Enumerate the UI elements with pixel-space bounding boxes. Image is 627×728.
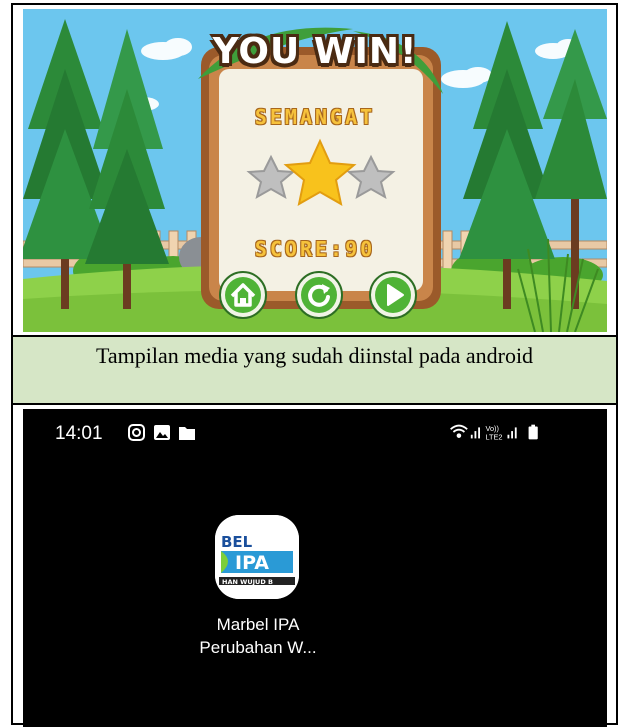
next-button[interactable]: [369, 271, 417, 319]
instagram-icon: [128, 424, 145, 441]
caption-text: Tampilan media yang sudah diinstal pada …: [95, 343, 534, 368]
app-label-line1: Marbel IPA: [216, 615, 300, 634]
app-label: Marbel IPA Perubahan W...: [163, 613, 353, 659]
play-icon: [369, 271, 417, 319]
replay-icon: [295, 271, 343, 319]
signal-icon: [470, 427, 480, 439]
marbel-ipa-app-icon[interactable]: BEL IPA HAN WUJUD B: [215, 515, 299, 599]
status-left-icons: [128, 424, 195, 441]
win-title: YOU WIN!: [212, 31, 418, 72]
home-button[interactable]: [219, 271, 267, 319]
lte-text: LTE2: [486, 432, 503, 441]
battery-icon: [528, 424, 538, 440]
document-table: YOU WIN! SEMANGAT SCORE:90 Tampilan medi…: [11, 3, 618, 727]
status-right-icons: Vo)) LTE2: [450, 424, 538, 441]
status-time: 14:01: [55, 423, 103, 444]
android-screenshot: 14:01 Vo)) LTE2 BEL IPA HAN WUJUD B Marb…: [23, 409, 607, 727]
wifi-icon: [450, 424, 468, 438]
folder-icon: [179, 427, 195, 440]
app-label-line2: Perubahan W...: [199, 638, 317, 657]
signal-icon: [507, 427, 517, 439]
home-icon: [219, 271, 267, 319]
game-screenshot: YOU WIN! SEMANGAT SCORE:90: [23, 9, 607, 332]
gallery-icon: [154, 425, 170, 440]
app-logo-text-bottom: HAN WUJUD B: [222, 578, 273, 586]
replay-button[interactable]: [295, 271, 343, 319]
app-logo-text-top: BEL: [221, 533, 253, 551]
app-logo-text-mid: IPA: [235, 552, 269, 574]
app-logo-icon: BEL IPA HAN WUJUD B: [215, 515, 299, 599]
caption-row: Tampilan media yang sudah diinstal pada …: [13, 335, 616, 405]
encouragement-text: SEMANGAT: [254, 105, 376, 129]
score-text: SCORE:90: [254, 237, 376, 261]
